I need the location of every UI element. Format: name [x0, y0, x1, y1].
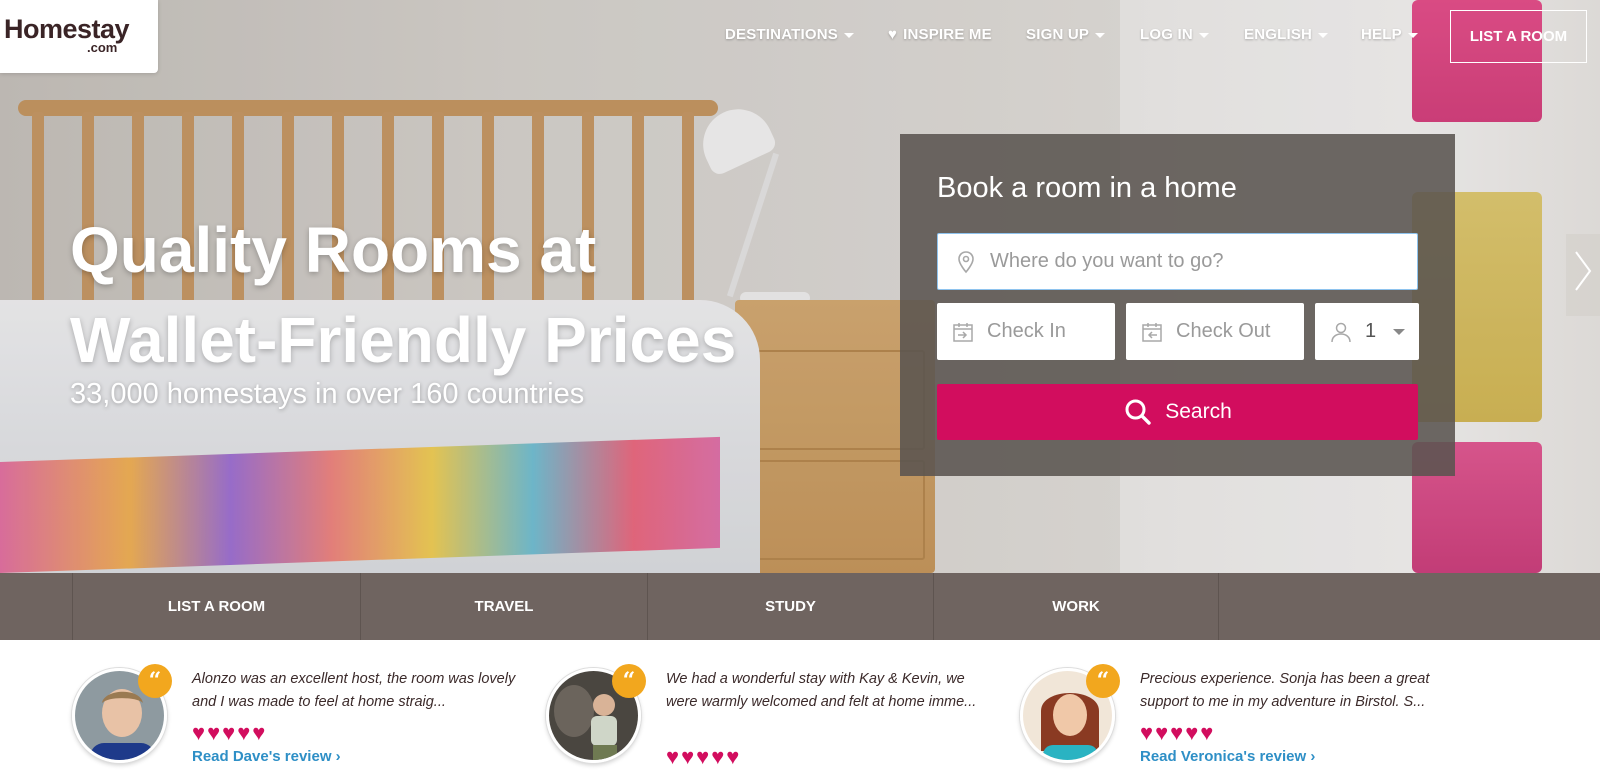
reviews-strip: “ Alonzo was an excellent host, the room…: [0, 640, 1600, 778]
review-card: “ We had a wonderful stay with Kay & Kev…: [546, 664, 996, 778]
nav-language-label: ENGLISH: [1244, 26, 1313, 43]
caret-down-icon: [1095, 32, 1106, 38]
calendar-out-icon: [1140, 320, 1164, 344]
quote-icon: “: [138, 664, 172, 698]
nav-inspire-me[interactable]: ♥ INSPIRE ME: [888, 26, 992, 43]
heart-icon: ♥: [1140, 720, 1154, 745]
chevron-right-icon: [1573, 249, 1593, 302]
heart-icon: ♥: [1185, 720, 1199, 745]
tab-work[interactable]: WORK: [933, 573, 1219, 640]
top-nav: DESTINATIONS ♥ INSPIRE ME SIGN UP LOG IN …: [0, 0, 1600, 73]
guests-value: 1: [1365, 320, 1377, 342]
hero-headline: Quality Rooms at Wallet-Friendly Prices: [70, 205, 790, 385]
search-label: Search: [1165, 400, 1232, 423]
check-in-placeholder: Check In: [987, 320, 1066, 342]
headline-line-1: Quality Rooms at: [70, 214, 597, 286]
review-card: “ Precious experience. Sonja has been a …: [1020, 664, 1470, 778]
booking-panel: Book a room in a home Where do you want …: [900, 134, 1455, 476]
quote-icon: “: [612, 664, 646, 698]
caret-down-icon: [843, 32, 854, 38]
search-icon: [1123, 397, 1153, 427]
nav-log-in[interactable]: LOG IN: [1140, 26, 1209, 43]
quote-icon: “: [1086, 664, 1120, 698]
heart-icon: ♥: [237, 720, 251, 745]
check-in-field[interactable]: Check In: [937, 303, 1115, 360]
heart-icon: ♥: [681, 744, 695, 769]
chevron-down-icon: [1393, 328, 1405, 335]
read-review-link[interactable]: Read Veronica's review ›: [1140, 748, 1315, 765]
heart-icon: ♥: [726, 744, 740, 769]
caret-down-icon: [1318, 32, 1329, 38]
search-button[interactable]: Search: [937, 384, 1418, 440]
caret-down-icon: [1407, 32, 1418, 38]
destination-input[interactable]: Where do you want to go?: [937, 233, 1418, 290]
nav-destinations[interactable]: DESTINATIONS: [725, 26, 854, 43]
destination-placeholder: Where do you want to go?: [990, 250, 1224, 272]
rating-hearts: ♥ ♥ ♥ ♥ ♥: [1140, 722, 1213, 744]
check-out-field[interactable]: Check Out: [1126, 303, 1304, 360]
check-out-placeholder: Check Out: [1176, 320, 1271, 342]
nav-sign-up[interactable]: SIGN UP: [1026, 26, 1106, 43]
heart-icon: ♥: [1155, 720, 1169, 745]
read-review-link[interactable]: Read Dave's review ›: [192, 748, 341, 765]
hero-subline: 33,000 homestays in over 160 countries: [70, 378, 585, 410]
review-card: “ Alonzo was an excellent host, the room…: [72, 664, 522, 778]
heart-icon: ♥: [252, 720, 266, 745]
heart-icon: ♥: [888, 26, 898, 43]
heart-icon: ♥: [666, 744, 680, 769]
person-icon: [1329, 320, 1353, 344]
carousel-next-button[interactable]: [1566, 234, 1600, 316]
calendar-in-icon: [951, 320, 975, 344]
heart-icon: ♥: [1170, 720, 1184, 745]
heart-icon: ♥: [207, 720, 221, 745]
category-bar: LIST A ROOM TRAVEL STUDY WORK: [0, 573, 1600, 640]
headline-line-2: Wallet-Friendly Prices: [70, 304, 737, 376]
nav-help[interactable]: HELP: [1361, 26, 1418, 43]
heart-icon: ♥: [1200, 720, 1214, 745]
tab-study[interactable]: STUDY: [647, 573, 933, 640]
nav-help-label: HELP: [1361, 26, 1402, 43]
caret-down-icon: [1198, 32, 1209, 38]
review-text: Precious experience. Sonja has been a gr…: [1140, 671, 1430, 710]
rating-hearts: ♥ ♥ ♥ ♥ ♥: [192, 722, 265, 744]
nav-destinations-label: DESTINATIONS: [725, 26, 838, 43]
review-text: We had a wonderful stay with Kay & Kevin…: [666, 671, 977, 710]
heart-icon: ♥: [222, 720, 236, 745]
nav-signup-label: SIGN UP: [1026, 26, 1090, 43]
map-pin-icon: [954, 250, 978, 274]
rating-hearts: ♥ ♥ ♥ ♥ ♥: [666, 746, 739, 768]
nav-login-label: LOG IN: [1140, 26, 1193, 43]
tab-travel[interactable]: TRAVEL: [360, 573, 647, 640]
heart-icon: ♥: [696, 744, 710, 769]
heart-icon: ♥: [711, 744, 725, 769]
guests-select[interactable]: 1: [1315, 303, 1419, 360]
booking-title: Book a room in a home: [937, 172, 1237, 204]
nav-language[interactable]: ENGLISH: [1244, 26, 1329, 43]
heart-icon: ♥: [192, 720, 206, 745]
list-a-room-button[interactable]: LIST A ROOM: [1450, 10, 1587, 63]
tab-list-a-room[interactable]: LIST A ROOM: [72, 573, 360, 640]
review-text: Alonzo was an excellent host, the room w…: [192, 671, 516, 710]
nav-inspire-label: INSPIRE ME: [903, 26, 992, 43]
